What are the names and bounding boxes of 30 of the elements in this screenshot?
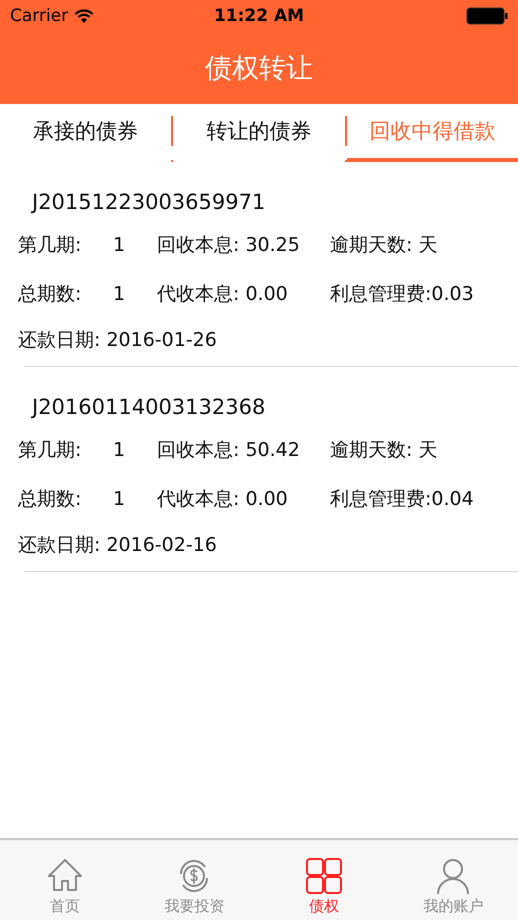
field-text: 利息管理费:0.03 — [330, 282, 474, 306]
wifi-icon — [74, 8, 94, 24]
field-value: 1 — [113, 282, 126, 304]
tab-bar-item[interactable]: 首页 — [0, 840, 130, 920]
page-title: 债权转让 — [205, 52, 313, 86]
field-label: 第几期: — [18, 232, 82, 258]
field-text: 还款日期: 2016-01-26 — [18, 328, 217, 353]
field-value: 1 — [113, 234, 126, 256]
grid-icon — [304, 857, 343, 895]
field-text: 回收本息: 50.42 — [157, 438, 301, 462]
field-text: 还款日期: 2016-02-16 — [18, 533, 217, 558]
tab-bar-item[interactable]: 我要投资 — [130, 840, 259, 920]
field-text: 代收本息: 0.00 — [157, 282, 289, 306]
field-text: 代收本息: 0.00 — [157, 486, 289, 512]
field-value: 1 — [113, 438, 126, 460]
loan-number: J20151223003659971 — [32, 190, 266, 216]
status-time: 11:22 AM — [214, 6, 304, 26]
field-label: 第几期: — [18, 438, 82, 462]
field-label: 总期数: — [18, 282, 82, 306]
loan-number: J20160114003132368 — [32, 395, 266, 421]
field-label: 总期数: — [18, 486, 82, 512]
field-text: 回收本息: 30.25 — [157, 232, 301, 258]
battery-icon — [466, 7, 508, 25]
tab-bar-item[interactable]: 我的账户 — [388, 840, 518, 920]
tab-bar-item[interactable]: 债权 — [259, 840, 388, 920]
field-value: 1 — [113, 488, 126, 510]
carrier-name: Carrier — [10, 6, 68, 26]
field-text: 利息管理费:0.04 — [330, 486, 474, 512]
field-text: 逾期天数: 天 — [330, 232, 438, 258]
field-text: 逾期天数: 天 — [330, 438, 438, 462]
